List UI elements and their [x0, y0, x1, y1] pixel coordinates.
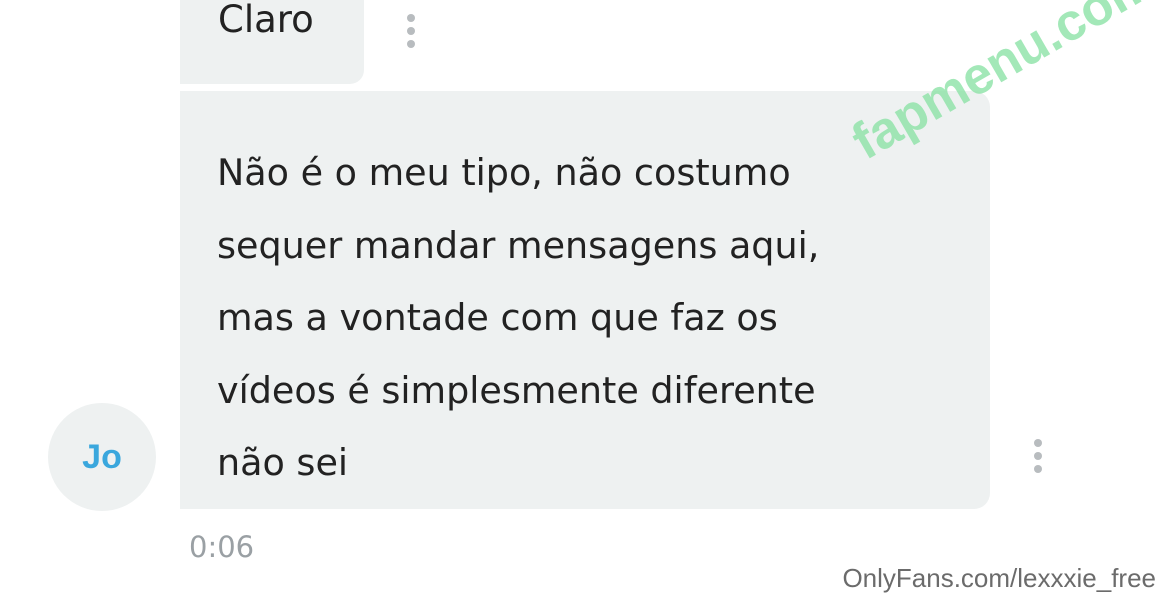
more-vertical-icon[interactable] — [1028, 437, 1048, 477]
message-text: Claro — [218, 0, 314, 41]
footer-watermark: OnlyFans.com/lexxxie_free — [842, 563, 1156, 593]
message-timestamp: 0:06 — [189, 530, 255, 564]
message-bubble-second[interactable]: Não é o meu tipo, não costumo sequer man… — [180, 91, 990, 509]
message-bubble-first[interactable]: Claro — [180, 0, 364, 84]
message-text: Não é o meu tipo, não costumo sequer man… — [217, 151, 820, 484]
avatar-initials: Jo — [82, 437, 122, 476]
sender-avatar[interactable]: Jo — [48, 403, 156, 511]
more-vertical-icon[interactable] — [401, 12, 421, 52]
